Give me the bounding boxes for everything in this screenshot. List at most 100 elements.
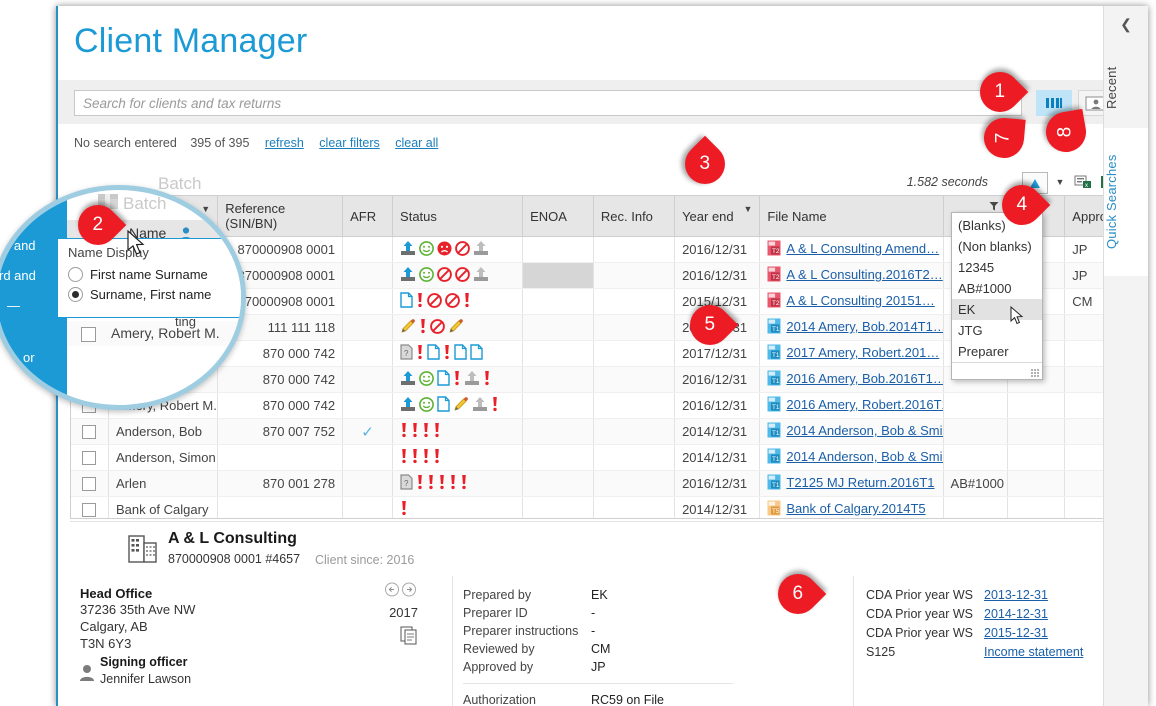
upload-grey-icon[interactable] bbox=[473, 266, 489, 285]
bang-icon[interactable] bbox=[427, 474, 435, 493]
col-header-recinfo[interactable]: Rec. Info bbox=[593, 196, 676, 237]
file-link[interactable]: 2014 Anderson, Bob & Smi… bbox=[786, 423, 942, 438]
radio-first-name-surname[interactable]: First name Surname bbox=[68, 267, 240, 282]
row-checkbox[interactable] bbox=[82, 503, 97, 518]
row-checkbox-cell[interactable] bbox=[71, 418, 109, 445]
cell-filename[interactable]: T1 2016 Amery, Robert.2016T1 bbox=[759, 392, 944, 419]
search-input[interactable] bbox=[74, 90, 1022, 116]
upload-icon[interactable] bbox=[400, 370, 416, 389]
file-link[interactable]: Bank of Calgary.2014T5 bbox=[786, 501, 925, 516]
bang-icon[interactable] bbox=[416, 292, 424, 311]
cell-filename[interactable]: T1 2014 Anderson, Bob & Smi… bbox=[759, 444, 944, 471]
page-blue-icon[interactable] bbox=[427, 344, 440, 363]
blocked-icon[interactable] bbox=[427, 292, 442, 311]
upload-icon[interactable] bbox=[400, 266, 416, 285]
clear-all-link[interactable]: clear all bbox=[395, 136, 438, 150]
smiley-green-icon[interactable] bbox=[419, 370, 434, 389]
bang-icon[interactable] bbox=[460, 474, 468, 493]
smiley-green-icon[interactable] bbox=[419, 266, 434, 285]
row-checkbox[interactable] bbox=[82, 451, 97, 466]
cell-filename[interactable]: T1 2014 Anderson, Bob & Smi… bbox=[759, 418, 944, 445]
prep-filter-option[interactable]: 12345 bbox=[952, 257, 1042, 278]
page-grey-q-icon[interactable]: ? bbox=[400, 474, 413, 493]
cell-filename[interactable]: T1 T2125 MJ Return.2016T1 bbox=[759, 470, 944, 497]
file-link[interactable]: 2014 Amery, Bob.2014T1… bbox=[786, 319, 942, 334]
cell-filename[interactable]: T1 2016 Amery, Bob.2016T1… bbox=[759, 366, 944, 393]
row-checkbox[interactable] bbox=[82, 425, 97, 440]
page-blue-icon[interactable] bbox=[400, 292, 413, 311]
bang-icon[interactable] bbox=[449, 474, 457, 493]
bang-icon[interactable] bbox=[438, 474, 446, 493]
copy-icon[interactable] bbox=[400, 626, 418, 649]
prep-filter-option[interactable]: JTG bbox=[952, 320, 1042, 341]
file-link[interactable]: 2016 Amery, Bob.2016T1… bbox=[786, 371, 942, 386]
lens-row[interactable]: Amery, Robert M. bbox=[67, 321, 241, 346]
cell-filename[interactable]: T2 A & L Consulting Amend… bbox=[759, 236, 944, 263]
bang-icon[interactable] bbox=[443, 344, 451, 363]
worksheet-link[interactable]: 2015-12-31 bbox=[984, 626, 1048, 640]
file-link[interactable]: 2016 Amery, Robert.2016T1 bbox=[786, 397, 942, 412]
pencil-icon[interactable] bbox=[400, 318, 416, 337]
cell-filename[interactable]: T1 2014 Amery, Bob.2014T1… bbox=[759, 314, 944, 341]
page-blue-icon[interactable] bbox=[454, 344, 467, 363]
bang-icon[interactable] bbox=[491, 396, 499, 415]
col-header-afr[interactable]: AFR bbox=[342, 196, 394, 237]
dropdown-resize-grip[interactable] bbox=[952, 362, 1042, 379]
chevron-left-icon[interactable]: ❮ bbox=[1104, 12, 1148, 36]
worksheet-link[interactable]: 2014-12-31 bbox=[984, 607, 1048, 621]
prep-filter-dropdown[interactable]: (Blanks) (Non blanks) 12345 AB#1000 EK JTG Pre… bbox=[951, 212, 1043, 380]
pencil-icon[interactable] bbox=[453, 396, 469, 415]
upload-icon[interactable] bbox=[400, 396, 416, 415]
rail-tab-recent[interactable]: Recent bbox=[1104, 40, 1148, 136]
table-row[interactable]: Amery, Robert M. 870 000 742 2016/12/31 T1 2… bbox=[71, 392, 1132, 419]
file-link[interactable]: A & L Consulting 20151… bbox=[786, 293, 934, 308]
bang-icon[interactable] bbox=[400, 422, 408, 441]
upload-icon[interactable] bbox=[400, 240, 416, 259]
smiley-green-icon[interactable] bbox=[419, 240, 434, 259]
cell-filename[interactable]: T2 A & L Consulting 20151… bbox=[759, 288, 944, 315]
bang-icon[interactable] bbox=[422, 448, 430, 467]
row-checkbox-cell[interactable] bbox=[71, 496, 109, 518]
col-header-yearend[interactable]: Year end ▼ bbox=[674, 196, 761, 237]
bang-icon[interactable] bbox=[422, 422, 430, 441]
worksheet-link[interactable]: Income statement bbox=[984, 645, 1083, 659]
refresh-link[interactable]: refresh bbox=[265, 136, 304, 150]
table-row[interactable]: Anderson, Bob 870 007 752 ✓ 2014/12/31 T1 201… bbox=[71, 418, 1132, 445]
col-header-filename[interactable]: File Name bbox=[759, 196, 944, 237]
prep-filter-option[interactable]: AB#1000 bbox=[952, 278, 1042, 299]
page-grey-q-icon[interactable]: ? bbox=[400, 344, 413, 363]
blocked-icon[interactable] bbox=[430, 318, 445, 337]
worksheet-link[interactable]: 2013-12-31 bbox=[984, 588, 1048, 602]
bang-icon[interactable] bbox=[416, 474, 424, 493]
row-checkbox-cell[interactable] bbox=[71, 470, 109, 497]
lens-row-checkbox[interactable] bbox=[81, 327, 96, 342]
table-row[interactable]: Anderson, Simon 2014/12/31 T1 2014 Anderson… bbox=[71, 444, 1132, 471]
export-dropdown-caret[interactable]: ▼ bbox=[1052, 172, 1068, 192]
bang-icon[interactable] bbox=[400, 500, 408, 518]
address-nav-arrows[interactable] bbox=[384, 582, 418, 601]
file-link[interactable]: A & L Consulting Amend… bbox=[786, 241, 939, 256]
bang-icon[interactable] bbox=[400, 448, 408, 467]
row-checkbox-cell[interactable] bbox=[71, 444, 109, 471]
bang-icon[interactable] bbox=[483, 370, 491, 389]
bang-icon[interactable] bbox=[463, 292, 471, 311]
table-row[interactable]: Arlen 870 001 278? 2016/12/31 T1 T2125 MJ Re… bbox=[71, 470, 1132, 497]
blocked-icon[interactable] bbox=[455, 266, 470, 285]
rail-tab-quick-searches[interactable]: Quick Searches bbox=[1104, 128, 1148, 276]
blocked-icon[interactable] bbox=[437, 266, 452, 285]
bang-icon[interactable] bbox=[433, 422, 441, 441]
radio-surname-first-name[interactable]: Surname, First name bbox=[68, 287, 240, 302]
bang-icon[interactable] bbox=[411, 422, 419, 441]
pencil-icon[interactable] bbox=[448, 318, 464, 337]
excel-new-icon[interactable]: x bbox=[1072, 172, 1094, 192]
prep-filter-option[interactable]: (Non blanks) bbox=[952, 236, 1042, 257]
col-header-status[interactable]: Status bbox=[392, 196, 524, 237]
page-blue-icon[interactable] bbox=[470, 344, 483, 363]
page-blue-icon[interactable] bbox=[437, 396, 450, 415]
bang-icon[interactable] bbox=[433, 448, 441, 467]
cell-filename[interactable]: T2 A & L Consulting.2016T2… bbox=[759, 262, 944, 289]
file-link[interactable]: 2017 Amery, Robert.201… bbox=[786, 345, 939, 360]
file-link[interactable]: T2125 MJ Return.2016T1 bbox=[786, 475, 934, 490]
smiley-green-icon[interactable] bbox=[419, 396, 434, 415]
clear-filters-link[interactable]: clear filters bbox=[319, 136, 379, 150]
